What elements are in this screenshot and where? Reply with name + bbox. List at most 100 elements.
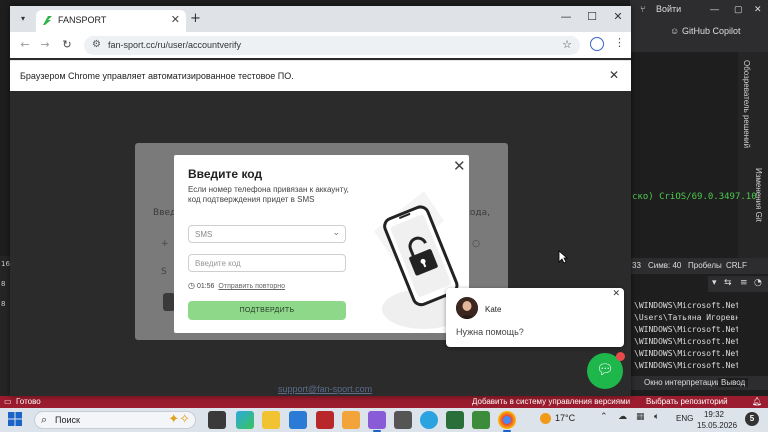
agent-avatar [456,297,478,319]
chat-bubble-icon: 💬︎ [596,362,614,378]
bookmark-star-icon[interactable]: ☆ [562,38,572,51]
close-modal-icon[interactable]: ✕ [453,157,466,175]
close-window-button[interactable]: ✕ [606,10,630,23]
ide-editor-status: 33 Симв: 40 Пробелы CRLF [630,258,768,274]
bg-s-label: S [161,267,167,277]
volume-icon[interactable]: 🔈︎ [654,412,659,422]
store-icon[interactable] [289,411,307,429]
select-value: SMS [195,230,213,239]
infobar-message: Браузером Chrome управляет автоматизиров… [20,71,294,81]
status-chars: Симв: 40 [648,261,682,270]
delivery-method-select[interactable]: SMS ⌄ [188,225,346,243]
network-icon[interactable]: ▦ [636,412,645,422]
copilot-button[interactable]: GitHub Copilot [682,26,741,36]
weather-widget[interactable]: 17°C [540,413,576,425]
address-bar[interactable]: ⚙︎ fan-sport.cc/ru/user/accountverify ☆ [84,36,580,55]
close-chat-icon[interactable]: ✕ [612,289,620,299]
search-label: Поиск [55,415,80,425]
add-to-scm-button[interactable]: Добавить в систему управления версиями [472,397,630,406]
site-info-icon[interactable]: ⚙︎ [92,39,101,50]
ide-titlebar: ⑂ Войти — ▢ ✕ ☺ GitHub Copilot [630,0,768,52]
taskbar-search[interactable]: ⌕ Поиск ✦✧ [34,411,196,429]
side-tab-solution-explorer[interactable]: Обозреватель решений [742,60,751,148]
minimize-button[interactable]: — [554,10,578,23]
code-input[interactable] [188,254,346,272]
select-repo-button[interactable]: Выбрать репозиторий [646,397,728,406]
search-icon: ⌕ [41,413,48,426]
ide-bottom-tabs: Окно интерпретации Вывод [630,376,768,390]
weather-sun-icon [540,413,551,425]
windows-taskbar: ⌕ Поиск ✦✧ 17°C ⌃ ☁︎ ▦ 🔈︎ ENG 19:32 15.0… [0,408,768,432]
history-icon[interactable]: ◔ [754,278,762,288]
file-explorer-icon[interactable] [262,411,280,429]
telegram-icon[interactable] [420,411,438,429]
fansport-logo-icon [43,16,52,25]
resend-link[interactable]: Отправить повторно [218,283,285,290]
tab-output[interactable]: Вывод [718,378,749,387]
notification-badge[interactable]: 5 [745,412,759,426]
ide-side-tabs: Обозреватель решений Изменения Git [738,52,768,262]
ide-close-button[interactable]: ✕ [754,4,762,15]
close-tab-icon[interactable]: ✕ [171,13,180,26]
output-line: \Users\Татьяна Игоревна\Do [634,313,738,322]
filezilla-icon[interactable] [316,411,334,429]
visual-studio-icon[interactable] [368,411,386,432]
app-icon[interactable] [472,411,490,429]
status-crlf[interactable]: CRLF [726,261,747,270]
forward-icon[interactable]: → [38,38,52,51]
left-strip-label: 8 [1,300,6,308]
status-spaces[interactable]: Пробелы [688,261,722,270]
modal-title: Введите код [188,167,263,181]
chat-popup[interactable]: Kate ✕ Нужна помощь? [446,288,624,347]
tray-chevron-up-icon[interactable]: ⌃ [600,412,608,422]
ide-sign-in[interactable]: Войти [656,4,681,14]
status-line: 33 [632,261,641,270]
language-indicator[interactable]: ENG [676,414,693,423]
chat-launcher-button[interactable]: 💬︎ [587,352,625,389]
settings-gear-icon[interactable] [394,411,412,429]
menu-kebab-icon[interactable]: ⋮ [614,36,625,49]
ide-minimize-button[interactable]: — [710,4,719,14]
profile-icon[interactable] [590,37,604,51]
output-line: \WINDOWS\Microsoft.Net\ass [634,325,738,334]
clock-icon: ◷ [188,281,195,290]
app-icon[interactable] [446,411,464,429]
url-text[interactable]: fan-sport.cc/ru/user/accountverify [108,40,241,50]
verify-code-modal: ✕ Введите код Если номер телефона привяз… [174,155,469,333]
find-icon[interactable]: ⇆ [724,278,732,288]
system-clock[interactable]: 19:32 15.05.2026 [697,409,738,431]
app-icon[interactable] [342,411,360,429]
chevron-down-icon[interactable]: ▾ [712,278,717,288]
submit-button[interactable]: ПОДТВЕРДИТЬ [188,301,346,320]
copilot-sparkle-icon: ✦✧ [168,412,190,427]
tab-immediate-window[interactable]: Окно интерпретации [644,378,721,387]
ide-maximize-button[interactable]: ▢ [734,4,743,15]
maximize-button[interactable]: ☐ [580,10,604,23]
reload-icon[interactable]: ↻ [60,38,74,51]
chrome-icon[interactable] [498,411,516,432]
bell-icon[interactable]: 🔔︎ [752,397,762,406]
mouse-cursor-icon [558,250,568,264]
weather-temp: 17°C [555,413,576,423]
bg-text-left: Введ [153,208,177,218]
ide-left-strip: 16 8 8 [0,256,10,396]
windows-start-icon[interactable] [8,412,22,426]
edge-icon[interactable] [236,411,254,429]
output-line: \WINDOWS\Microsoft.Net\ass [634,337,738,346]
output-toolbar: ▾ ⇆ ≡ ◔ [708,276,768,292]
avatar-image [456,297,478,319]
new-tab-button[interactable]: + [190,11,201,26]
clock-date: 15.05.2026 [697,421,738,430]
clock-time: 19:32 [703,410,725,419]
tab-fansport[interactable]: FANSPORT ✕ [36,10,186,32]
output-line: \WINDOWS\Microsoft.Net\ass [634,301,738,310]
clear-icon[interactable]: ≡ [740,278,748,288]
chevron-down-icon: ⌄ [332,228,340,238]
toolbar: ← → ↻ ⚙︎ fan-sport.cc/ru/user/accountver… [10,32,631,58]
close-infobar-icon[interactable]: ✕ [609,68,619,82]
support-email-link[interactable]: support@fan-sport.com [278,384,372,394]
back-icon[interactable]: ← [18,38,32,51]
tab-search-button[interactable]: ▾ [16,12,30,26]
cloud-icon[interactable]: ☁︎ [618,412,627,422]
task-view-icon[interactable] [208,411,226,429]
